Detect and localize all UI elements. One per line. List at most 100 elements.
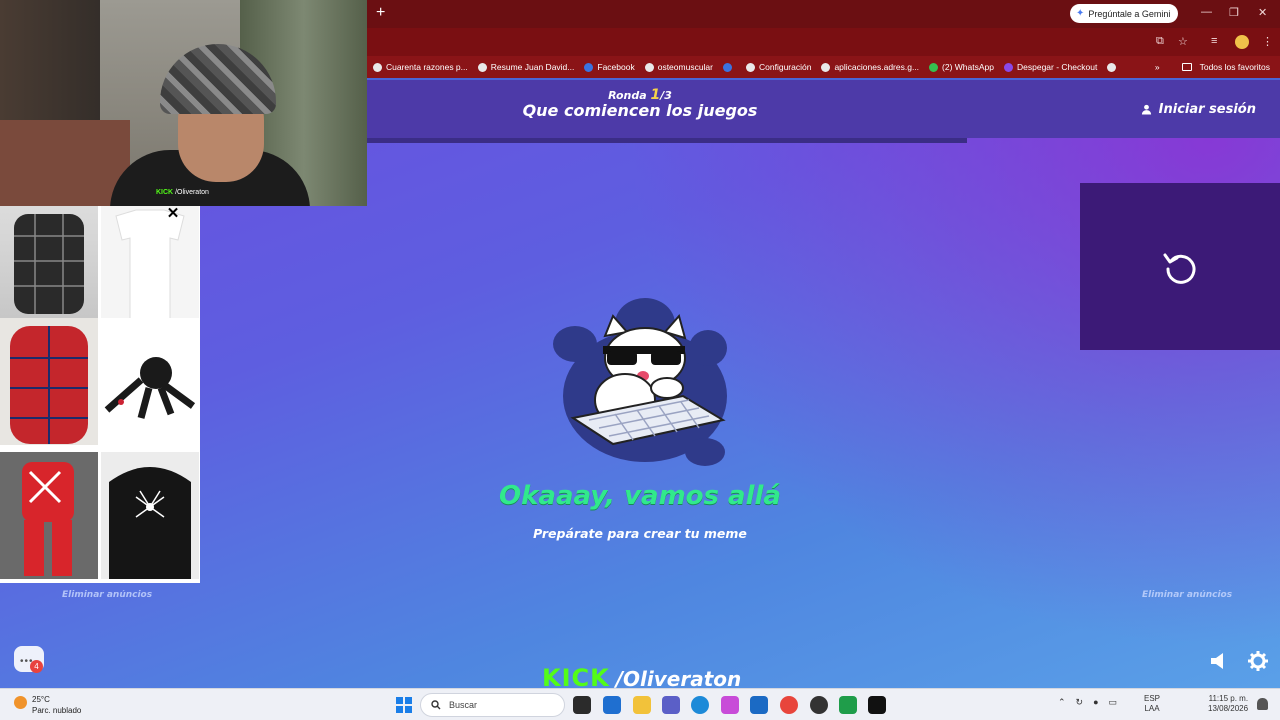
ad-image[interactable]: [101, 318, 199, 445]
install-app-icon[interactable]: ⧉: [1156, 35, 1164, 48]
page-icon: [373, 62, 382, 72]
tray-expand-icon[interactable]: ⌃: [1058, 697, 1066, 708]
spider-suit-image: [14, 214, 84, 314]
settings-gear-icon[interactable]: [1248, 651, 1268, 671]
game-header: Ronda 1/3 Que comiencen los juegos Inici…: [367, 80, 1280, 138]
sync-icon[interactable]: ↻: [1076, 697, 1084, 708]
temperature: 25°C: [32, 695, 50, 704]
login-label: Iniciar sesión: [1158, 102, 1256, 117]
bookmark-item[interactable]: Configuración: [746, 62, 811, 72]
page-title: Que comiencen los juegos: [522, 101, 758, 120]
bookmark-item[interactable]: Facebook: [584, 62, 635, 72]
bookmark-item[interactable]: Cuarenta razones p...: [373, 62, 468, 72]
black-hoodie-image: [109, 467, 191, 579]
cat-mascot-image: [553, 298, 727, 466]
facebook-icon: [584, 62, 594, 72]
webcam-overlay: KICK /Oliveraton: [0, 0, 367, 206]
whatsapp-icon: [929, 62, 939, 72]
search-icon: [431, 700, 441, 710]
webcam-label: KICK /Oliveraton: [156, 189, 209, 196]
edge-icon[interactable]: [691, 696, 709, 714]
taskbar: 25°C Parc. nublado Buscar ⌃ ↻ ● ▭ ESP LA…: [0, 688, 1280, 720]
keyboard-icon[interactable]: ▭: [1109, 697, 1118, 708]
microphone-icon[interactable]: ●: [1093, 697, 1098, 708]
bookmark-item[interactable]: (2) WhatsApp: [929, 62, 994, 72]
media-control-icon[interactable]: ≡: [1211, 35, 1217, 47]
weather-widget[interactable]: 25°C Parc. nublado: [14, 694, 81, 716]
bookmark-item[interactable]: [723, 62, 736, 72]
close-window-button[interactable]: ✕: [1258, 6, 1267, 19]
outlook-icon[interactable]: [750, 696, 768, 714]
xbox-icon[interactable]: [839, 696, 857, 714]
bookmark-item[interactable]: aplicaciones.adres.g...: [821, 62, 919, 72]
bookmarks-overflow-button[interactable]: »: [1155, 62, 1160, 72]
taskbar-search[interactable]: Buscar: [420, 693, 565, 717]
all-bookmarks-folder[interactable]: Todos los favoritos: [1181, 62, 1270, 72]
browser-tab-strip: + ✦ Pregúntale a Gemini — ❐ ✕: [367, 0, 1280, 28]
volume-icon[interactable]: [1210, 652, 1230, 670]
file-explorer-icon[interactable]: [633, 696, 651, 714]
system-tray: ⌃ ↻ ● ▭: [1058, 697, 1117, 708]
language-indicator[interactable]: ESP LAA: [1144, 694, 1160, 714]
bookmark-item[interactable]: Resume Juan David...: [477, 62, 574, 72]
task-view-icon[interactable]: [573, 696, 591, 714]
search-placeholder: Buscar: [449, 700, 478, 710]
start-button[interactable]: [396, 697, 412, 713]
bookmark-item[interactable]: [1107, 62, 1120, 72]
ad-image[interactable]: [101, 206, 199, 333]
gemini-button-label: Pregúntale a Gemini: [1088, 8, 1171, 19]
side-panel-right: [1080, 183, 1280, 350]
ad-image[interactable]: [101, 452, 199, 579]
profile-avatar[interactable]: [1235, 35, 1249, 49]
gemini-button[interactable]: ✦ Pregúntale a Gemini: [1070, 4, 1179, 23]
minimize-button[interactable]: —: [1201, 6, 1212, 18]
facebook-icon: [723, 62, 732, 72]
globe-icon: [821, 62, 831, 72]
weather-description: Parc. nublado: [32, 706, 82, 715]
white-shirt-image: [115, 209, 185, 331]
capcut-icon[interactable]: [868, 696, 886, 714]
browser-toolbar: ⧉ ☆ ≡ ⋮: [367, 28, 1280, 56]
status-headline: Okaaay, vamos allá: [499, 481, 781, 511]
notification-bell-icon[interactable]: [1257, 698, 1268, 710]
remove-ads-link-left[interactable]: Eliminar anúncios: [62, 590, 152, 600]
header-underline: [367, 138, 967, 143]
login-button[interactable]: Iniciar sesión: [1141, 102, 1256, 117]
time: 11:15 p. m.: [1208, 694, 1249, 703]
google-icon: [1107, 62, 1117, 72]
ad-banner-left[interactable]: [0, 206, 200, 583]
ad-close-button[interactable]: ✕: [166, 206, 180, 221]
clock[interactable]: 11:15 p. m. 13/08/2026: [1208, 694, 1248, 714]
teams-icon[interactable]: [662, 696, 680, 714]
weather-icon: [14, 696, 27, 709]
bookmarks-bar: Cuarenta razones p... Resume Juan David.…: [367, 56, 1280, 78]
new-tab-button[interactable]: +: [376, 5, 385, 21]
reload-icon[interactable]: [1162, 249, 1198, 285]
red-tracksuit-image: [22, 462, 74, 576]
chrome-icon[interactable]: [780, 696, 798, 714]
date: 13/08/2026: [1208, 704, 1249, 713]
gemini-icon: ✦: [1076, 8, 1085, 19]
restore-button[interactable]: ❐: [1229, 6, 1239, 19]
store-icon[interactable]: [603, 696, 621, 714]
bookmark-star-icon[interactable]: ☆: [1178, 35, 1188, 48]
folder-icon: [1181, 63, 1192, 71]
ad-image[interactable]: [0, 452, 98, 579]
chat-notification-badge: 4: [30, 660, 43, 673]
spider-costume-image: [10, 326, 88, 444]
bookmark-item[interactable]: Despegar - Checkout: [1004, 62, 1097, 72]
menu-dots-icon[interactable]: ⋮: [1262, 35, 1273, 48]
bookmark-item[interactable]: osteomuscular: [644, 62, 713, 72]
despegar-icon: [1004, 62, 1013, 72]
ad-image[interactable]: [0, 206, 98, 333]
gear-icon: [746, 62, 755, 72]
status-subline: Prepárate para crear tu meme: [533, 526, 747, 541]
copilot-icon[interactable]: [721, 696, 739, 714]
spider-figure-image: [104, 357, 196, 419]
remove-ads-link-right[interactable]: Eliminar anúncios: [1142, 590, 1232, 600]
globe-icon: [644, 62, 654, 72]
ad-image[interactable]: [0, 318, 98, 445]
ai-icon: [477, 62, 487, 72]
user-icon: [1141, 104, 1151, 115]
obs-icon[interactable]: [810, 696, 828, 714]
